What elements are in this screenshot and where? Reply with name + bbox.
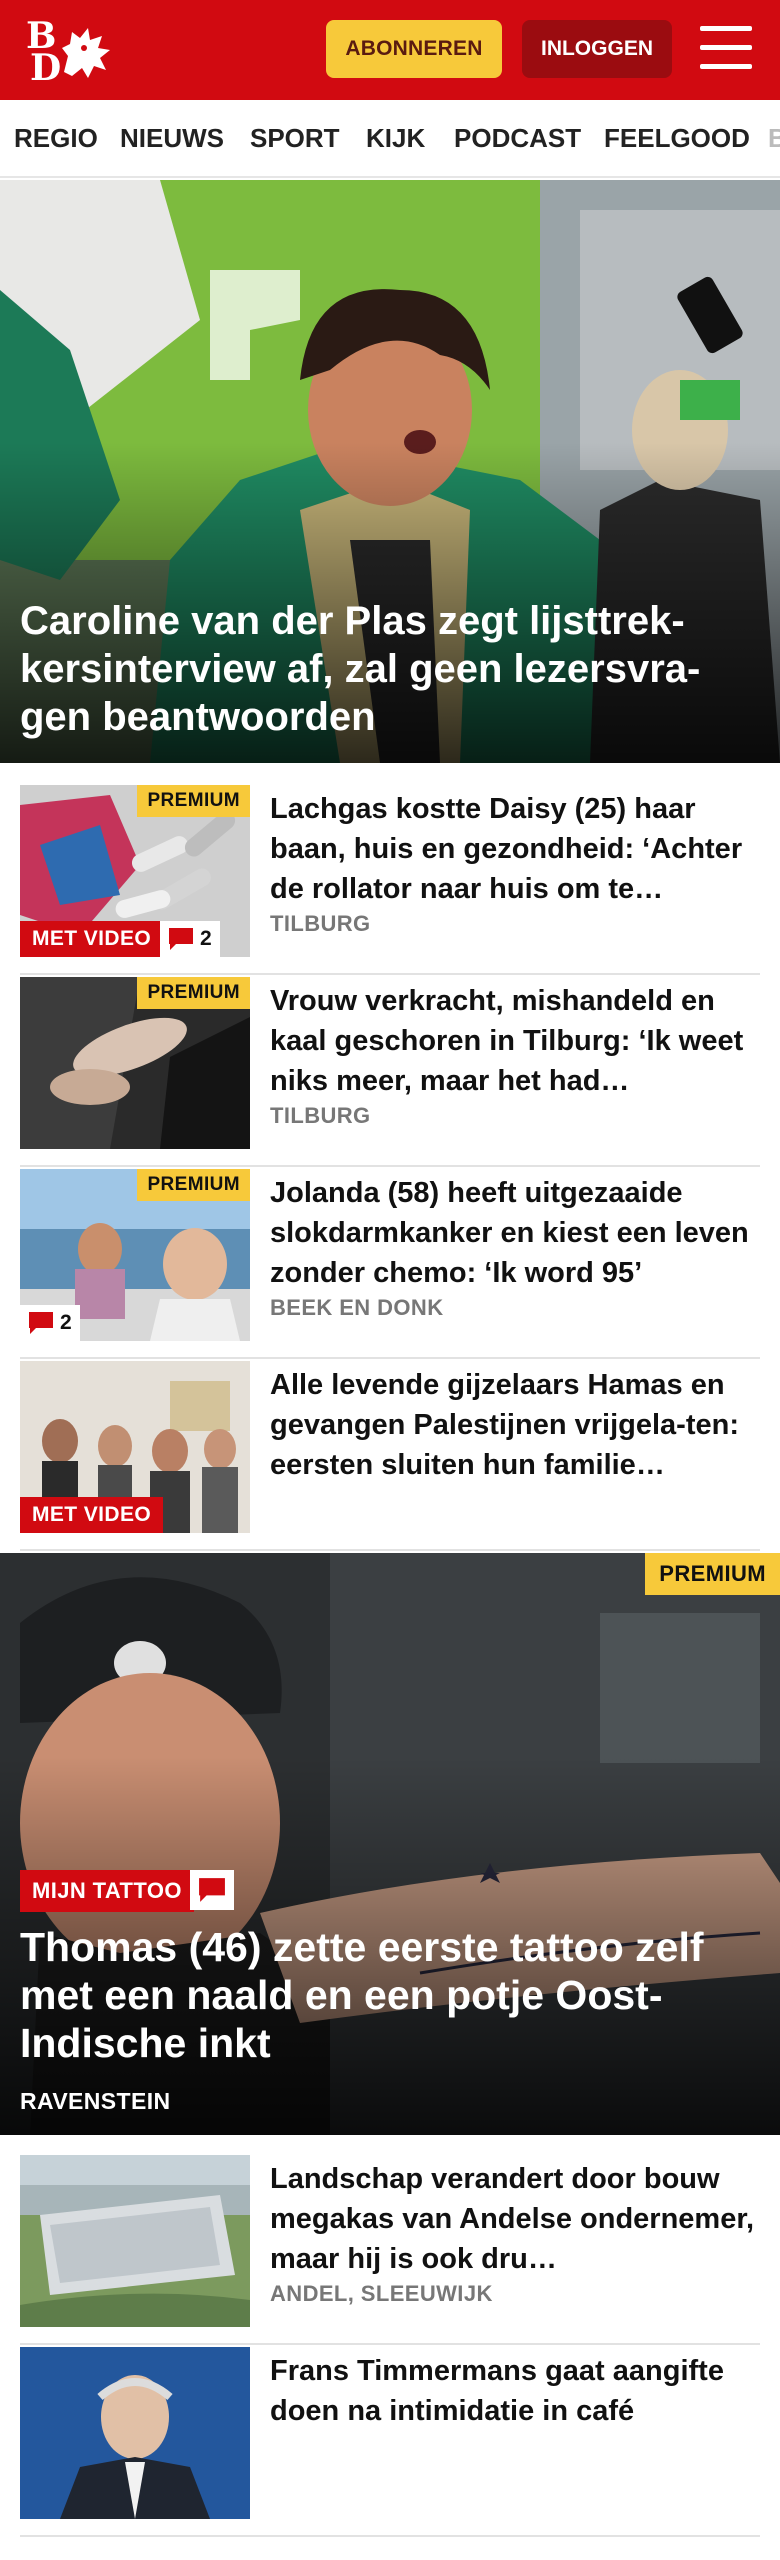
list-item[interactable]: MET VIDEO Alle levende gijzelaars Hamas … xyxy=(20,1361,760,1551)
article-image xyxy=(20,2155,250,2327)
nav-item-kijk[interactable]: KIJK xyxy=(366,100,425,176)
nav-item-nieuws[interactable]: NIEUWS xyxy=(120,100,224,176)
comment-badge[interactable] xyxy=(190,1870,234,1910)
article-thumbnail xyxy=(20,2155,250,2327)
section-nav: REGIO NIEUWS SPORT KIJK PODCAST FEELGOOD… xyxy=(0,100,780,178)
list-item[interactable]: PREMIUM 2 Jolanda (58) heeft uitgezaaide… xyxy=(20,1169,760,1359)
nav-item-regio[interactable]: REGIO xyxy=(14,100,98,176)
nav-item-podcast[interactable]: PODCAST xyxy=(454,100,581,176)
site-logo[interactable]: B D xyxy=(26,18,122,86)
article-thumbnail: PREMIUM xyxy=(20,977,250,1149)
article-location: ANDEL, SLEEUWIJK xyxy=(270,2281,493,2306)
article-headline[interactable]: Lachgas kostte Daisy (25) haar baan, hui… xyxy=(270,789,760,909)
comment-count-badge[interactable]: 2 xyxy=(160,921,220,957)
article-location: BEEK EN DONK xyxy=(270,1295,444,1320)
comment-count: 2 xyxy=(60,1311,72,1334)
speech-bubble-icon xyxy=(29,1312,53,1334)
dragon-icon xyxy=(62,28,110,78)
hamburger-menu-icon[interactable] xyxy=(700,26,752,70)
article-headline[interactable]: Landschap verandert door bouw megakas va… xyxy=(270,2159,760,2279)
article-headline[interactable]: Vrouw verkracht, mishandeld en kaal gesc… xyxy=(270,981,760,1101)
premium-badge: PREMIUM xyxy=(137,977,250,1009)
list-item[interactable]: Landschap verandert door bouw megakas va… xyxy=(20,2155,760,2345)
article-headline[interactable]: Alle levende gijzelaars Hamas en gevange… xyxy=(270,1365,760,1485)
speech-bubble-icon xyxy=(199,1878,225,1902)
article-thumbnail: PREMIUM MET VIDEO 2 xyxy=(20,785,250,957)
speech-bubble-icon xyxy=(169,928,193,950)
top-header: B D ABONNEREN INLOGGEN xyxy=(0,0,780,100)
article-location: TILBURG xyxy=(270,1103,371,1128)
feature-location: RAVENSTEIN xyxy=(20,2088,171,2114)
article-image xyxy=(20,2347,250,2519)
article-thumbnail xyxy=(20,2347,250,2519)
category-label[interactable]: MIJN TATTOO xyxy=(20,1870,194,1912)
premium-badge: PREMIUM xyxy=(137,1169,250,1201)
comment-count: 2 xyxy=(200,927,212,950)
video-badge: MET VIDEO xyxy=(20,921,164,957)
article-location: TILBURG xyxy=(270,911,371,936)
article-thumbnail: PREMIUM 2 xyxy=(20,1169,250,1341)
feature-headline[interactable]: Thomas (46) zette eerste tattoo zelf met… xyxy=(20,1923,760,2067)
login-button[interactable]: INLOGGEN xyxy=(522,20,672,78)
feature-article[interactable]: PREMIUM MIJN TATTOO Thomas (46) zette ee… xyxy=(0,1553,780,2135)
comment-count-badge[interactable]: 2 xyxy=(20,1305,80,1341)
subscribe-button[interactable]: ABONNEREN xyxy=(326,20,502,78)
hero-article[interactable]: Caroline van der Plas zegt lijsttrek-ker… xyxy=(0,180,780,763)
nav-item-feelgood[interactable]: FEELGOOD xyxy=(604,100,750,176)
nav-item-sport[interactable]: SPORT xyxy=(250,100,340,176)
hero-headline[interactable]: Caroline van der Plas zegt lijsttrek-ker… xyxy=(20,597,760,741)
nav-item-more[interactable]: B xyxy=(768,100,780,176)
premium-badge: PREMIUM xyxy=(645,1553,780,1595)
list-item[interactable]: PREMIUM MET VIDEO 2 Lachgas kostte Daisy… xyxy=(20,785,760,975)
list-item[interactable]: Frans Timmermans gaat aangifte doen na i… xyxy=(20,2347,760,2537)
article-headline[interactable]: Frans Timmermans gaat aangifte doen na i… xyxy=(270,2351,760,2431)
list-item[interactable]: PREMIUM Vrouw verkracht, mishandeld en k… xyxy=(20,977,760,1167)
video-badge: MET VIDEO xyxy=(20,1497,164,1533)
premium-badge: PREMIUM xyxy=(137,785,250,817)
article-thumbnail: MET VIDEO xyxy=(20,1361,250,1533)
article-headline[interactable]: Jolanda (58) heeft uitgezaaide slokdarmk… xyxy=(270,1173,760,1293)
